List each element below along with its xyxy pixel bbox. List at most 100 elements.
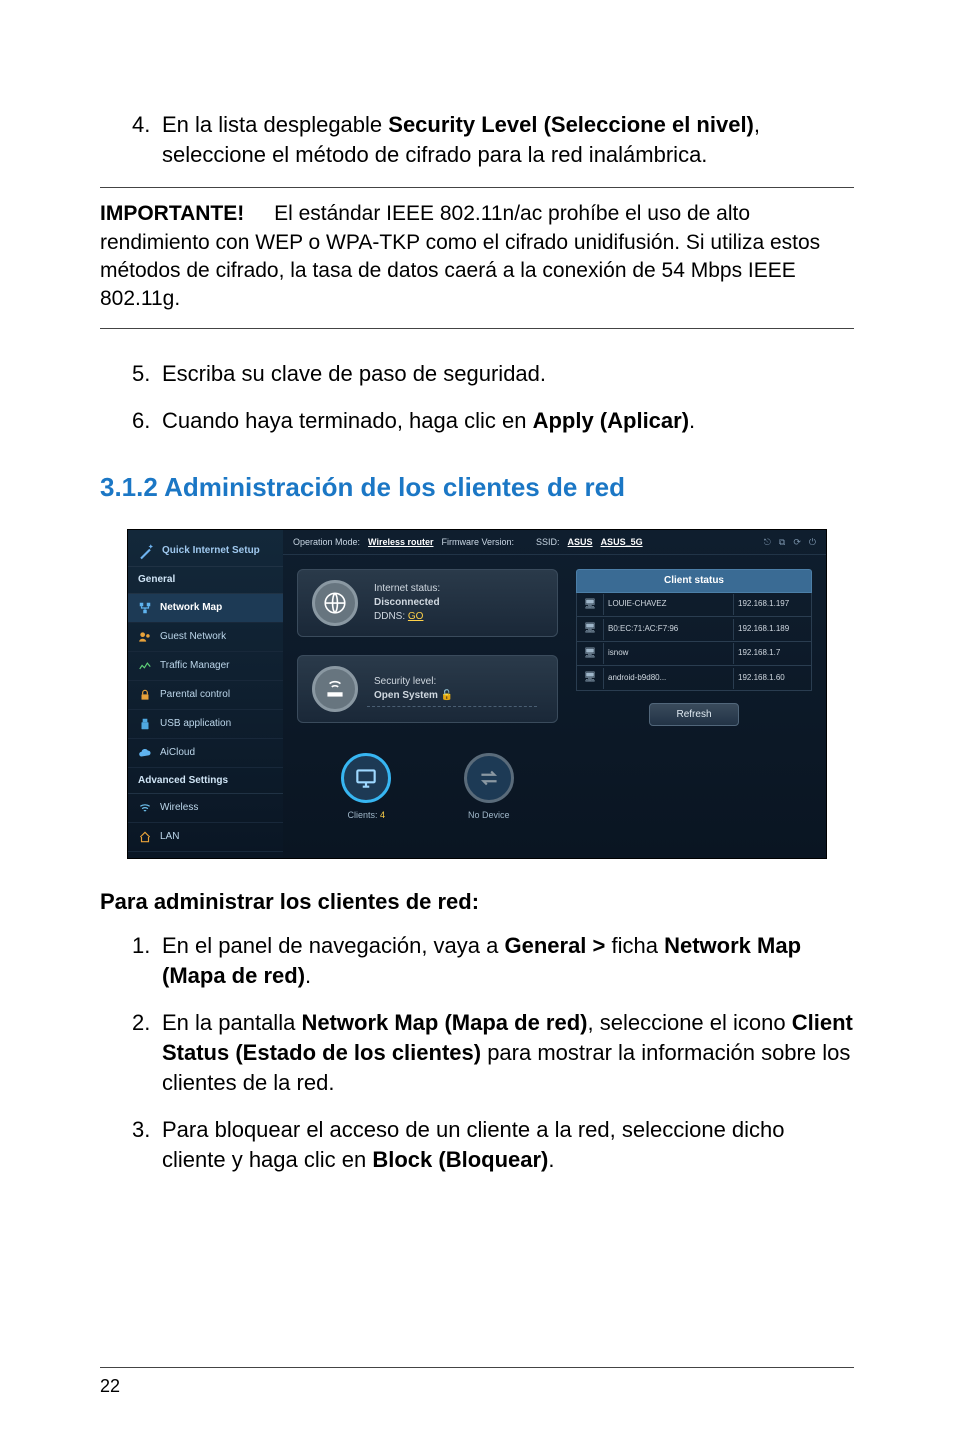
sidebar-item-label: USB application (160, 717, 231, 731)
client-ip: 192.168.1.189 (733, 619, 811, 640)
proc-step-2: 2. En la pantalla Network Map (Mapa de r… (100, 1008, 854, 1097)
p2-b1: Network Map (Mapa de red) (301, 1010, 587, 1035)
proc-step-1-number: 1. (132, 931, 162, 990)
sidebar-item-label: Wireless (160, 801, 198, 815)
client-ip: 192.168.1.197 (733, 594, 811, 615)
client-status-header: Client status (576, 569, 812, 593)
opmode-link[interactable]: Wireless router (368, 536, 433, 548)
step-5: 5. Escriba su clave de paso de seguridad… (100, 359, 854, 389)
section-heading: 3.1.2 Administración de los clientes de … (100, 470, 854, 505)
client-ip: 192.168.1.7 (733, 643, 811, 664)
wand-icon (138, 542, 156, 560)
step-6-bold: Apply (Aplicar) (533, 408, 689, 433)
client-row[interactable]: 🖥 isnow 192.168.1.7 (576, 642, 812, 667)
wifi-icon (138, 801, 152, 815)
ssid1-link[interactable]: ASUS (568, 536, 593, 548)
proc-step-2-number: 2. (132, 1008, 162, 1097)
fw-label: Firmware Version: (442, 536, 515, 548)
proc-step-1: 1. En el panel de navegación, vaya a Gen… (100, 931, 854, 990)
sidebar-item-traffic-manager[interactable]: Traffic Manager (128, 652, 283, 681)
p1-pre: En el panel de navegación, vaya a (162, 933, 504, 958)
client-icon: 🖥 (577, 642, 603, 666)
no-device-label: No Device (434, 809, 545, 821)
top-bar: Operation Mode: Wireless router Firmware… (283, 530, 826, 555)
power-icon[interactable]: ⏻ (809, 536, 816, 548)
sidebar-item-parental-control[interactable]: Parental control (128, 681, 283, 710)
step-6-number: 6. (132, 406, 162, 436)
step-6-pre: Cuando haya terminado, haga clic en (162, 408, 533, 433)
client-row[interactable]: 🖥 B0:EC:71:AC:F7:96 192.168.1.189 (576, 617, 812, 642)
lan-icon (138, 830, 152, 844)
step-4: 4. En la lista desplegable Security Leve… (100, 110, 854, 169)
usb-device-button[interactable]: No Device (434, 753, 545, 821)
proc-step-2-body: En la pantalla Network Map (Mapa de red)… (162, 1008, 854, 1097)
clients-count: 4 (380, 810, 385, 820)
step-4-number: 4. (132, 110, 162, 169)
proc-step-3-number: 3. (132, 1115, 162, 1174)
security-level-label: Security level: (374, 675, 453, 689)
p3-b1: Block (Bloquear) (372, 1147, 548, 1172)
network-icon (138, 601, 152, 615)
sidebar-item-aicloud[interactable]: AiCloud (128, 739, 283, 768)
lock-icon (138, 688, 152, 702)
proc-step-1-body: En el panel de navegación, vaya a Genera… (162, 931, 854, 990)
monitor-icon (341, 753, 391, 803)
step-6-post: . (689, 408, 695, 433)
step-4-body: En la lista desplegable Security Level (… (162, 110, 854, 169)
ssid2-link[interactable]: ASUS_5G (601, 536, 643, 548)
internet-status-label: Internet status: (374, 582, 440, 596)
step-6: 6. Cuando haya terminado, haga clic en A… (100, 406, 854, 436)
p2-mid: , seleccione el icono (587, 1010, 791, 1035)
step-5-number: 5. (132, 359, 162, 389)
sidebar-item-label: AiCloud (160, 746, 195, 760)
sidebar-item-usb-application[interactable]: USB application (128, 710, 283, 739)
connector-line (367, 706, 537, 707)
p3-post: . (548, 1147, 554, 1172)
sidebar-item-label: Network Map (160, 601, 222, 615)
client-name: LOUIE-CHAVEZ (603, 594, 733, 615)
client-name: android-b9d80... (603, 668, 733, 689)
security-level-card[interactable]: Security level: Open System 🔓 (297, 655, 558, 723)
guest-icon (138, 630, 152, 644)
client-status-panel: Client status 🖥 LOUIE-CHAVEZ 192.168.1.1… (576, 569, 812, 835)
ddns-label: DDNS: (374, 611, 408, 622)
security-level-value: Open System (374, 690, 441, 701)
sidebar: Quick Internet Setup General Network Map… (128, 530, 283, 858)
sidebar-advanced-header: Advanced Settings (128, 768, 283, 795)
refresh-button[interactable]: Refresh (649, 703, 739, 727)
proc-step-3-body: Para bloquear el acceso de un cliente a … (162, 1115, 854, 1174)
step-6-body: Cuando haya terminado, haga clic en Appl… (162, 406, 854, 436)
sidebar-item-label: LAN (160, 830, 179, 844)
device-buttons: Clients: 4 No Device (297, 753, 558, 835)
refresh-icon[interactable]: ⟳ (793, 536, 801, 548)
step-4-bold: Security Level (Seleccione el nivel) (388, 112, 754, 137)
opmode-label: Operation Mode: (293, 536, 360, 548)
ddns-go-link[interactable]: GO (408, 611, 424, 622)
clients-button[interactable]: Clients: 4 (311, 753, 422, 821)
page-number: 22 (100, 1367, 854, 1398)
usb-icon (138, 717, 152, 731)
p1-b1: General > (504, 933, 611, 958)
quick-internet-setup[interactable]: Quick Internet Setup (128, 536, 283, 567)
client-icon: 🖥 (577, 593, 603, 617)
sidebar-item-label: Traffic Manager (160, 659, 229, 673)
internet-status-value: Disconnected (374, 596, 440, 610)
proc-step-3: 3. Para bloquear el acceso de un cliente… (100, 1115, 854, 1174)
important-note: IMPORTANTE! El estándar IEEE 802.11n/ac … (100, 187, 854, 328)
sidebar-item-lan[interactable]: LAN (128, 823, 283, 852)
unlock-icon: 🔓 (441, 690, 453, 701)
internet-status-card[interactable]: Internet status: Disconnected DDNS: GO (297, 569, 558, 637)
p2-pre: En la pantalla (162, 1010, 301, 1035)
sidebar-item-guest-network[interactable]: Guest Network (128, 623, 283, 652)
sidebar-item-network-map[interactable]: Network Map (128, 594, 283, 623)
client-row[interactable]: 🖥 LOUIE-CHAVEZ 192.168.1.197 (576, 593, 812, 618)
main-content: Internet status: Disconnected DDNS: GO S… (283, 555, 826, 849)
p1-mid: ficha (612, 933, 665, 958)
client-row[interactable]: 🖥 android-b9d80... 192.168.1.60 (576, 666, 812, 691)
globe-icon[interactable]: ⎋ (764, 536, 771, 548)
copy-icon[interactable]: ⧉ (779, 536, 785, 548)
sidebar-item-wireless[interactable]: Wireless (128, 794, 283, 823)
step-4-pre: En la lista desplegable (162, 112, 388, 137)
note-label: IMPORTANTE! (100, 202, 244, 225)
globe-circle-icon (312, 580, 358, 626)
